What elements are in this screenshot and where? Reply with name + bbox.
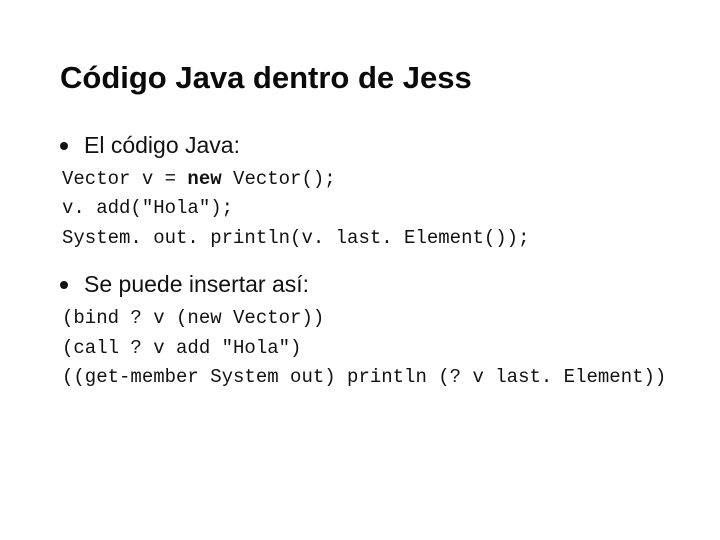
bullet-text: El código Java: bbox=[84, 132, 240, 159]
bullet-text: Se puede insertar así: bbox=[84, 271, 309, 298]
code-keyword: new bbox=[187, 168, 221, 190]
bullet-item-2: Se puede insertar así: bbox=[60, 271, 675, 298]
slide: Código Java dentro de Jess El código Jav… bbox=[0, 0, 720, 540]
code-fragment: Vector v = bbox=[62, 168, 187, 190]
code-block-jess: (bind ? v (new Vector)) (call ? v add "H… bbox=[62, 304, 675, 392]
code-fragment: Vector(); bbox=[222, 168, 336, 190]
code-line: Vector v = new Vector(); bbox=[62, 165, 675, 194]
code-block-java: Vector v = new Vector(); v. add("Hola");… bbox=[62, 165, 675, 253]
bullet-dot-icon bbox=[60, 281, 68, 289]
code-line: (bind ? v (new Vector)) bbox=[62, 304, 675, 333]
code-line: v. add("Hola"); bbox=[62, 194, 675, 223]
code-line: (call ? v add "Hola") bbox=[62, 334, 675, 363]
code-line: System. out. println(v. last. Element())… bbox=[62, 224, 675, 253]
bullet-item-1: El código Java: bbox=[60, 132, 675, 159]
slide-title: Código Java dentro de Jess bbox=[60, 60, 675, 96]
code-line: ((get-member System out) println (? v la… bbox=[62, 363, 675, 392]
bullet-dot-icon bbox=[60, 142, 68, 150]
